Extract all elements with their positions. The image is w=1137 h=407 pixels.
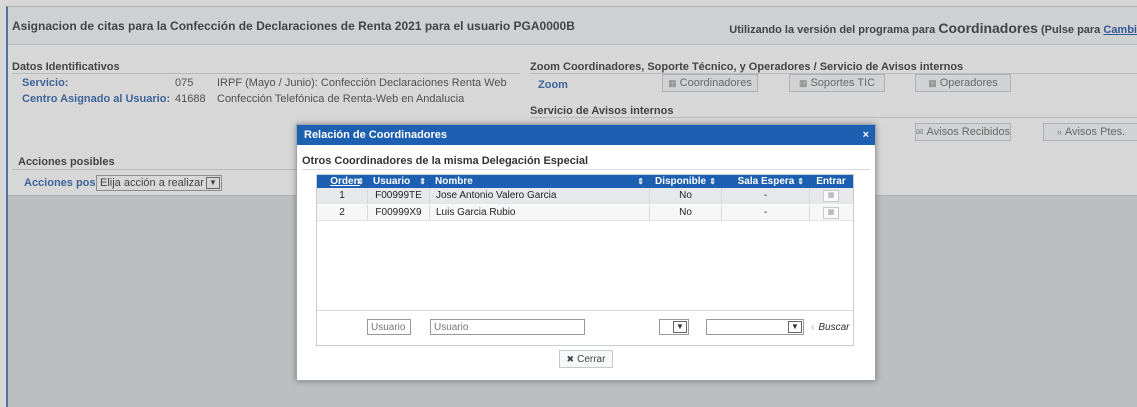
close-icon: ✖ bbox=[566, 354, 575, 364]
table-row[interactable]: 2 F00999X9 Luis Garcia Rubio No - ▦ bbox=[317, 205, 853, 221]
cell-usuario: F00999TE bbox=[367, 188, 429, 204]
cell-entrar: ▦ bbox=[809, 188, 853, 204]
entrar-button[interactable]: ▦ bbox=[823, 207, 839, 219]
cell-sala-espera: - bbox=[721, 188, 809, 204]
search-icon: ‹ bbox=[811, 322, 815, 333]
cell-nombre: Luis Garcia Rubio bbox=[429, 205, 649, 221]
column-header-entrar: Entrar bbox=[816, 176, 846, 187]
cell-disponible: No bbox=[649, 188, 721, 204]
filter-nombre-input[interactable] bbox=[430, 319, 585, 335]
sort-icon: ⇕ bbox=[797, 177, 804, 186]
coordinadores-table: Orden ⇕ Usuario ⇕ Nombre ⇕ Disponible ⇕ … bbox=[316, 174, 854, 346]
cell-orden: 1 bbox=[339, 190, 345, 201]
cell-nombre: Jose Antonio Valero Garcia bbox=[429, 188, 649, 204]
dialog-subtitle: Otros Coordinadores de la misma Delegaci… bbox=[302, 155, 589, 167]
cell-sala-espera: - bbox=[721, 205, 809, 221]
divider bbox=[302, 169, 870, 170]
sort-icon: ⇕ bbox=[709, 177, 716, 186]
entrar-button[interactable]: ▦ bbox=[823, 190, 839, 202]
sort-icon: ⇕ bbox=[637, 177, 644, 186]
column-header-usuario[interactable]: Usuario ⇕ bbox=[373, 175, 429, 188]
dialog-header: Relación de Coordinadores × bbox=[297, 125, 875, 145]
dialog-title: Relación de Coordinadores bbox=[304, 129, 448, 141]
buscar-button[interactable]: ‹ Buscar bbox=[811, 322, 849, 333]
chevron-down-icon: ▼ bbox=[788, 321, 802, 333]
filter-disponible-select[interactable]: ▼ bbox=[659, 319, 689, 335]
cell-usuario: F00999X9 bbox=[367, 205, 429, 221]
coordinadores-dialog: Relación de Coordinadores × Otros Coordi… bbox=[296, 124, 876, 381]
sort-icon: ⇕ bbox=[357, 177, 364, 186]
sort-icon: ⇕ bbox=[419, 177, 426, 186]
column-header-nombre[interactable]: Nombre ⇕ bbox=[435, 175, 647, 188]
chevron-down-icon: ▼ bbox=[673, 321, 687, 333]
table-row[interactable]: 1 F00999TE Jose Antonio Valero Garcia No… bbox=[317, 188, 853, 204]
cell-entrar: ▦ bbox=[809, 205, 853, 221]
cell-orden: 2 bbox=[339, 207, 345, 218]
column-header-disponible[interactable]: Disponible ⇕ bbox=[655, 175, 719, 188]
divider bbox=[317, 310, 853, 311]
cerrar-button[interactable]: ✖ Cerrar bbox=[559, 350, 613, 368]
cell-disponible: No bbox=[649, 205, 721, 221]
column-header-orden[interactable]: Orden ⇕ bbox=[323, 175, 367, 188]
filter-usuario-input[interactable] bbox=[367, 319, 411, 335]
filter-sala-select[interactable]: ▼ bbox=[706, 319, 804, 335]
table-header: Orden ⇕ Usuario ⇕ Nombre ⇕ Disponible ⇕ … bbox=[317, 175, 853, 188]
column-header-sala-espera[interactable]: Sala Espera ⇕ bbox=[725, 175, 807, 188]
close-icon[interactable]: × bbox=[863, 125, 869, 145]
